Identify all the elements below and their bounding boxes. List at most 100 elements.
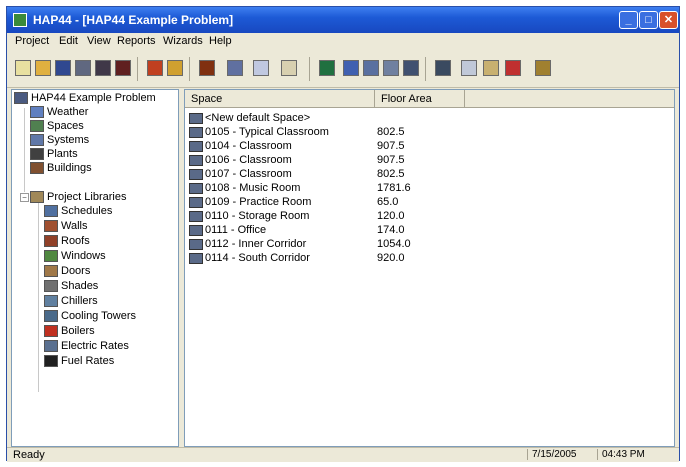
funnel-icon[interactable] — [535, 60, 551, 76]
tree-item-label: Schedules — [61, 205, 113, 218]
project-libraries-icon — [30, 191, 44, 204]
retrieve-icon[interactable] — [115, 60, 131, 76]
space-name: 0112 - Inner Corridor — [205, 238, 307, 251]
filter-icon[interactable] — [505, 60, 521, 76]
space-name: 0106 - Classroom — [205, 154, 292, 167]
tree-item-schedules[interactable]: Schedules — [44, 205, 112, 219]
table-row[interactable]: 0109 - Practice Room 65.0 — [189, 196, 398, 210]
calculator-icon[interactable] — [167, 60, 183, 76]
shades-icon — [44, 280, 58, 293]
tree-item-label: Project Libraries — [47, 191, 127, 204]
table-row[interactable]: 0110 - Storage Room 120.0 — [189, 210, 405, 224]
window-title: HAP44 - [HAP44 Example Problem] — [33, 13, 234, 27]
collapse-icon[interactable]: − — [20, 193, 29, 202]
large-icons-icon[interactable] — [461, 60, 477, 76]
tree-item-roofs[interactable]: Roofs — [44, 235, 90, 249]
table-row[interactable]: 0104 - Classroom 907.5 — [189, 140, 405, 154]
tree-item-label: Plants — [47, 148, 78, 161]
menu-help[interactable]: Help — [209, 35, 232, 47]
tree-line — [24, 108, 25, 192]
tree-item-project-libraries[interactable]: Project Libraries — [30, 191, 126, 205]
close-button[interactable]: ✕ — [659, 11, 678, 29]
menu-reports[interactable]: Reports — [117, 35, 156, 47]
status-date: 7/15/2005 — [527, 449, 577, 460]
boilers-icon — [44, 325, 58, 338]
space-name: 0107 - Classroom — [205, 168, 292, 181]
tree-item-electric-rates[interactable]: Electric Rates — [44, 340, 129, 354]
table-row[interactable]: 0114 - South Corridor 920.0 — [189, 252, 405, 266]
chillers-icon — [44, 295, 58, 308]
spaces-list[interactable]: Space Floor Area <New default Space> 010… — [184, 89, 675, 447]
menu-wizards[interactable]: Wizards — [163, 35, 203, 47]
space-name: 0108 - Music Room — [205, 182, 301, 195]
floor-area-value: 907.5 — [377, 154, 405, 166]
tree-item-label: Systems — [47, 134, 90, 147]
print-icon[interactable] — [75, 60, 91, 76]
tree-item-cooling-towers[interactable]: Cooling Towers — [44, 310, 136, 324]
tree-item-shades[interactable]: Shades — [44, 280, 98, 294]
new-icon[interactable] — [15, 60, 31, 76]
table-row[interactable]: 0105 - Typical Classroom 802.5 — [189, 126, 405, 140]
menu-view[interactable]: View — [87, 35, 111, 47]
floor-area-value: 120.0 — [377, 210, 405, 222]
tree-item-systems[interactable]: Systems — [30, 134, 89, 148]
book-icon[interactable] — [199, 60, 215, 76]
app-icon — [13, 13, 27, 27]
archive-icon[interactable] — [95, 60, 111, 76]
space-icon — [189, 182, 203, 194]
open-icon[interactable] — [35, 60, 51, 76]
tree-root[interactable]: HAP44 Example Problem — [14, 92, 156, 106]
roofs-icon — [44, 235, 58, 248]
floor-area-value: 920.0 — [377, 252, 405, 264]
tree-item-label: Doors — [61, 265, 91, 278]
tree-item-chillers[interactable]: Chillers — [44, 295, 98, 309]
column-header-floor-area[interactable]: Floor Area — [375, 90, 465, 108]
tree-item-fuel-rates[interactable]: Fuel Rates — [44, 355, 114, 369]
tree-icon[interactable] — [363, 60, 379, 76]
tree-item-spaces[interactable]: Spaces — [30, 120, 84, 134]
space-name: 0104 - Classroom — [205, 140, 292, 153]
column-header-space[interactable]: Space — [185, 90, 375, 108]
minimize-button[interactable]: _ — [619, 11, 638, 29]
tree-item-plants[interactable]: Plants — [30, 148, 78, 162]
table-icon[interactable] — [435, 60, 451, 76]
menu-bar: Project Edit View Reports Wizards Help — [7, 33, 679, 51]
small-icons-icon[interactable] — [483, 60, 499, 76]
menu-project[interactable]: Project — [15, 35, 49, 47]
space-name: 0114 - South Corridor — [205, 252, 310, 265]
project-tree[interactable]: − HAP44 Example Problem Weather Spaces S… — [11, 89, 179, 447]
details-icon[interactable] — [403, 60, 419, 76]
wizard-icon[interactable] — [147, 60, 163, 76]
space-icon — [189, 154, 203, 166]
table-row[interactable]: 0111 - Office 174.0 — [189, 224, 405, 238]
title-bar[interactable]: HAP44 - [HAP44 Example Problem] _ □ ✕ — [7, 7, 679, 33]
tree-item-label: Fuel Rates — [61, 355, 115, 368]
table-row[interactable]: 0107 - Classroom 802.5 — [189, 168, 405, 182]
maximize-button[interactable]: □ — [639, 11, 658, 29]
save-icon[interactable] — [55, 60, 71, 76]
table-row[interactable]: 0106 - Classroom 907.5 — [189, 154, 405, 168]
paste-icon[interactable] — [281, 60, 297, 76]
chart-icon[interactable] — [343, 60, 359, 76]
list-icon[interactable] — [383, 60, 399, 76]
tree-item-buildings[interactable]: Buildings — [30, 162, 92, 176]
tree-item-weather[interactable]: Weather — [30, 106, 88, 120]
space-name: 0110 - Storage Room — [205, 210, 310, 223]
copy-icon[interactable] — [253, 60, 269, 76]
properties-icon[interactable] — [227, 60, 243, 76]
table-row[interactable]: 0112 - Inner Corridor 1054.0 — [189, 238, 411, 252]
space-icon — [189, 196, 203, 208]
toolbar-separator — [137, 57, 138, 81]
space-name: 0105 - Typical Classroom — [205, 126, 329, 139]
report-icon[interactable] — [319, 60, 335, 76]
tree-item-windows[interactable]: Windows — [44, 250, 106, 264]
space-icon — [189, 140, 203, 152]
tree-item-boilers[interactable]: Boilers — [44, 325, 95, 339]
table-row[interactable]: 0108 - Music Room 1781.6 — [189, 182, 411, 196]
buildings-icon — [30, 162, 44, 175]
table-row[interactable]: <New default Space> — [189, 112, 310, 126]
tree-item-doors[interactable]: Doors — [44, 265, 90, 279]
tree-item-walls[interactable]: Walls — [44, 220, 87, 234]
menu-edit[interactable]: Edit — [59, 35, 78, 47]
floor-area-value: 1054.0 — [377, 238, 411, 250]
